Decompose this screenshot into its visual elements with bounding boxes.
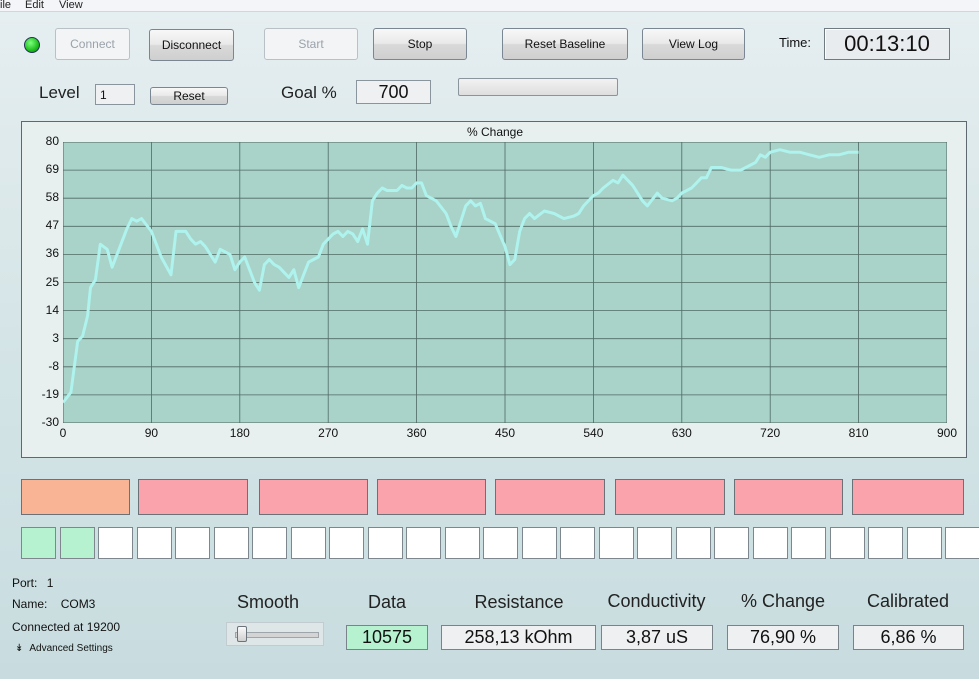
time-label: Time: <box>779 35 812 50</box>
meter-square <box>59 527 95 559</box>
meter-square <box>406 527 441 559</box>
x-tick-label: 720 <box>760 426 781 440</box>
meter-square <box>560 527 595 559</box>
y-tick-label: 58 <box>45 190 59 205</box>
meter-segment <box>138 479 248 515</box>
percent-change-readout: 76,90 % <box>727 625 839 650</box>
calibrated-label: Calibrated <box>866 591 950 611</box>
y-tick-label: -30 <box>41 415 59 429</box>
goal-label: Goal % <box>281 83 337 102</box>
y-tick-label: 80 <box>45 134 59 148</box>
meter-segment <box>852 479 964 515</box>
calibrated-readout: 6,86 % <box>853 625 964 650</box>
conductivity-readout: 3,87 uS <box>601 625 713 650</box>
menu-edit[interactable]: Edit <box>25 0 44 12</box>
smooth-slider-thumb[interactable] <box>237 626 247 642</box>
meter-square <box>329 527 364 559</box>
advanced-settings-toggle[interactable]: ↡ Advanced Settings <box>15 643 113 654</box>
meter-square <box>367 527 403 559</box>
y-tick-label: 69 <box>45 162 59 177</box>
connection-status-led <box>24 37 40 53</box>
y-tick-label: -19 <box>41 386 59 401</box>
menu-file[interactable]: ile <box>0 0 11 12</box>
y-tick-label: 47 <box>45 218 59 233</box>
meter-square <box>598 527 634 559</box>
connect-button[interactable]: Connect <box>55 28 130 60</box>
y-tick-label: 25 <box>45 274 59 289</box>
level-reset-button[interactable]: Reset <box>150 87 228 105</box>
stop-button[interactable]: Stop <box>373 28 467 60</box>
meter-square <box>444 527 480 559</box>
x-tick-label: 90 <box>144 426 159 440</box>
data-label: Data <box>367 592 407 612</box>
y-tick-label: -8 <box>48 358 59 373</box>
meter-square <box>945 527 979 559</box>
chevron-double-down-icon: ↡ <box>15 643 24 654</box>
meter-square <box>521 527 557 559</box>
y-tick-label: 36 <box>45 246 59 261</box>
meter-square <box>637 527 672 559</box>
disconnect-button[interactable]: Disconnect <box>149 29 234 61</box>
meter-square <box>675 527 711 559</box>
port-value: 1 <box>46 576 54 590</box>
meter-square <box>21 527 56 559</box>
x-tick-label: 630 <box>671 426 692 440</box>
reset-baseline-button[interactable]: Reset Baseline <box>502 28 628 60</box>
goal-progress-bar <box>458 78 618 96</box>
connection-status-text: Connected at 19200 <box>12 620 121 634</box>
meter-square <box>252 527 287 559</box>
y-tick-label: 3 <box>52 330 59 345</box>
menu-view[interactable]: View <box>59 0 83 12</box>
meter-segment <box>21 479 130 515</box>
chart-title: % Change <box>466 125 524 139</box>
meter-square <box>213 527 249 559</box>
meter-square <box>98 527 133 559</box>
resistance-label: Resistance <box>474 592 564 612</box>
view-log-button[interactable]: View Log <box>642 28 745 60</box>
meter-square <box>829 527 865 559</box>
level-field[interactable]: 1 <box>95 84 135 105</box>
smooth-slider[interactable] <box>226 622 324 646</box>
elapsed-time-display: 00:13:10 <box>824 28 950 60</box>
meter-square <box>791 527 826 559</box>
x-tick-label: 0 <box>59 426 67 440</box>
y-tick-label: 14 <box>45 302 59 317</box>
meter-square <box>714 527 749 559</box>
meter-square <box>290 527 326 559</box>
meter-square <box>136 527 172 559</box>
chart-plot-area <box>63 142 947 423</box>
name-label: Name: <box>12 597 48 611</box>
goal-field[interactable]: 700 <box>356 80 431 104</box>
meter-square <box>175 527 210 559</box>
meter-segment <box>377 479 486 515</box>
x-tick-label: 540 <box>583 426 604 440</box>
conductivity-label: Conductivity <box>607 591 706 611</box>
start-button[interactable]: Start <box>264 28 358 60</box>
menu-bar: ile Edit View <box>0 0 979 12</box>
meter-square <box>868 527 903 559</box>
port-label: Port: <box>12 576 38 590</box>
x-tick-label: 360 <box>406 426 427 440</box>
meter-square <box>483 527 518 559</box>
advanced-settings-label: Advanced Settings <box>29 643 113 654</box>
meter-square <box>906 527 942 559</box>
data-readout: 10575 <box>346 625 428 650</box>
name-value: COM3 <box>60 597 96 611</box>
x-tick-label: 270 <box>318 426 339 440</box>
x-tick-label: 900 <box>936 426 958 440</box>
percent-change-chart: % Change 80 69 58 47 36 25 14 3 -8 -19 -30 0 90 180 2… <box>21 121 967 458</box>
resistance-readout: 258,13 kOhm <box>441 625 596 650</box>
meter-segment <box>495 479 605 515</box>
percent-change-label: % Change <box>740 591 826 611</box>
level-label: Level <box>39 83 80 102</box>
meter-segment <box>615 479 725 515</box>
meter-square <box>752 527 788 559</box>
x-tick-label: 450 <box>494 426 516 440</box>
x-tick-label: 180 <box>229 426 250 440</box>
x-tick-label: 810 <box>848 426 869 440</box>
meter-segment <box>259 479 368 515</box>
smooth-slider-track <box>235 632 319 638</box>
smooth-label: Smooth <box>236 592 300 612</box>
meter-segment <box>734 479 843 515</box>
